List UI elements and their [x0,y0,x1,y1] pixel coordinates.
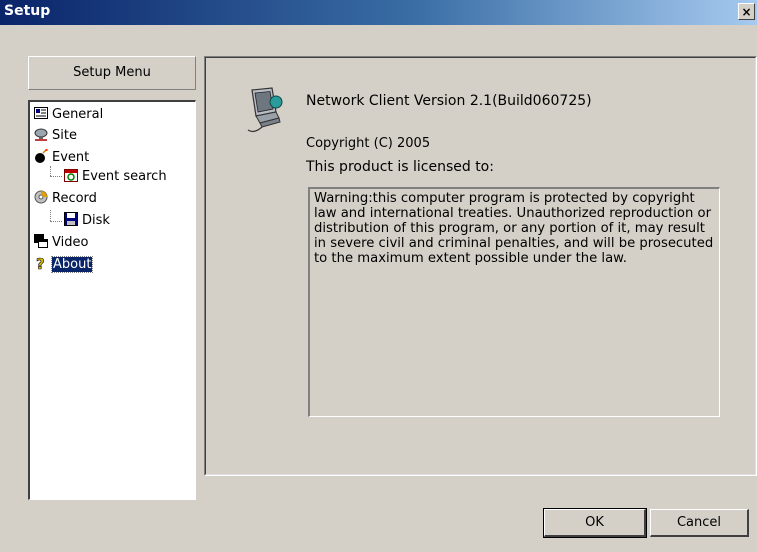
sidebar-item-label: Video [52,235,89,250]
tree-connector [50,176,62,177]
site-network-icon [34,127,48,141]
ok-button[interactable]: OK [543,508,647,538]
title-bar[interactable]: Setup × [0,0,757,25]
license-warning-textbox[interactable]: Warning:this computer program is protect… [308,187,720,417]
sidebar-item-label: Site [52,128,77,143]
setup-menu-header: Setup Menu [28,56,196,90]
sidebar-item-label: Event [52,150,90,165]
record-disc-icon [34,190,48,204]
sidebar-item-event[interactable]: Event [34,148,90,167]
network-pc-icon [246,84,288,136]
sidebar-item-label: Disk [82,213,110,228]
sidebar-item-label: Record [52,191,97,206]
event-search-calendar-icon [64,168,78,182]
licensed-to-label: This product is licensed to: [306,159,494,175]
sidebar-item-video[interactable]: Video [34,234,88,252]
sidebar-item-about[interactable]: ? About [34,255,94,274]
sidebar-item-label: Event search [82,169,167,184]
cancel-button[interactable]: Cancel [650,509,749,537]
svg-text:?: ? [36,256,45,270]
cancel-button-label: Cancel [676,515,722,530]
tree-connector [50,210,51,221]
sidebar-item-record[interactable]: Record [34,190,97,208]
sidebar-item-disk[interactable]: Disk [64,212,110,230]
close-button[interactable]: × [738,3,755,20]
sidebar-item-label: About [50,256,94,273]
sidebar-item-site[interactable]: Site [34,127,77,145]
tree-connector [50,166,51,176]
general-card-icon [34,106,48,120]
setup-tree[interactable]: General Site Event Event search Record D… [28,100,196,500]
window-title: Setup [4,3,51,19]
video-windows-icon [34,234,48,248]
tree-connector [50,221,62,222]
close-icon: × [741,5,752,19]
ok-button-label: OK [585,515,604,530]
sidebar-item-event-search[interactable]: Event search [64,168,167,186]
setup-menu-label: Setup Menu [73,65,151,80]
license-warning-text: Warning:this computer program is protect… [314,191,714,266]
version-text: Network Client Version 2.1(Build060725) [306,93,592,109]
about-question-icon: ? [34,255,48,274]
event-bomb-icon [34,148,48,163]
copyright-text: Copyright (C) 2005 [306,136,431,151]
sidebar-item-general[interactable]: General [34,106,103,124]
disk-floppy-icon [64,212,78,226]
sidebar-item-label: General [52,107,104,122]
